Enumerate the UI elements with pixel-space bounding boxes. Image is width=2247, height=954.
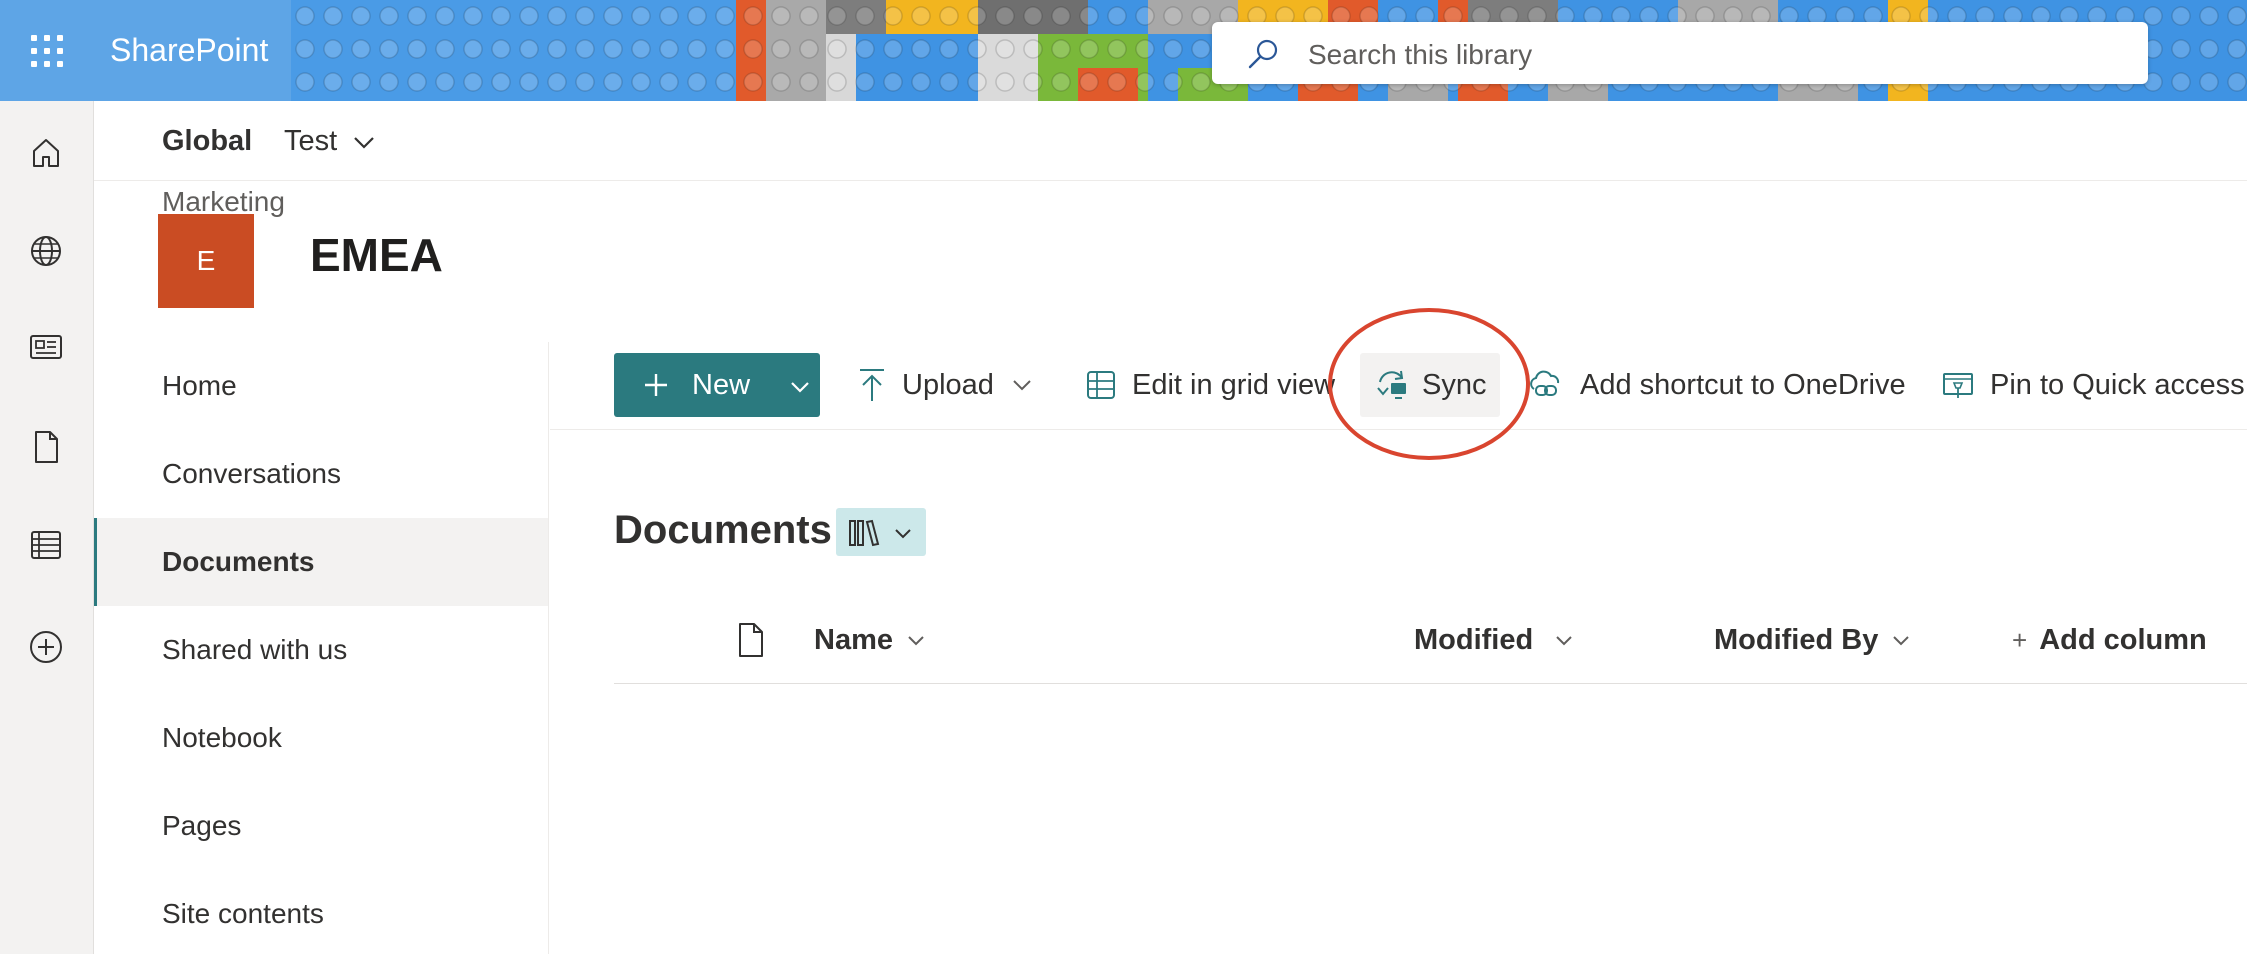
nav-item-shared-with-us[interactable]: Shared with us [94,606,548,694]
file-icon[interactable] [22,423,70,471]
upload-button[interactable]: Upload [858,353,1032,417]
pin-quick-access-button[interactable]: Pin to Quick access [1942,353,2245,417]
column-header-name[interactable]: Name [814,624,925,657]
column-modified-by-label: Modified By [1714,624,1879,656]
grid-icon [1086,370,1116,400]
hub-nav-global[interactable]: Global [162,125,252,158]
search-icon [1248,39,1278,69]
hub-navigation: Global Test [94,101,2247,181]
nav-item-notebook[interactable]: Notebook [94,694,548,782]
chevron-down-icon[interactable] [352,135,376,151]
file-type-icon[interactable] [736,622,766,658]
add-shortcut-label: Add shortcut to OneDrive [1580,368,1906,401]
sync-button[interactable]: Sync [1360,353,1501,417]
site-title[interactable]: EMEA [310,228,443,282]
app-launcher-icon[interactable] [26,30,66,70]
new-button-label: New [692,369,751,401]
chevron-down-icon [1892,635,1910,646]
hub-nav-test[interactable]: Test [284,125,337,158]
site-logo[interactable]: E [158,214,254,308]
library-title: Documents [614,508,832,552]
view-switcher-button[interactable] [836,508,926,556]
chevron-down-icon [1012,379,1032,391]
add-circle-icon[interactable] [22,623,70,671]
edit-grid-view-button[interactable]: Edit in grid view [1086,353,1335,417]
chevron-down-icon [1555,635,1573,646]
globe-icon[interactable] [22,227,70,275]
search-placeholder: Search this library [1308,39,1533,70]
app-bar [0,101,94,954]
chevron-down-icon [895,529,911,539]
site-logo-letter: E [196,245,216,276]
column-header-row: Name Modified Modified By + Add column [614,610,2247,684]
chevron-down-icon [907,635,925,646]
nav-item-conversations[interactable]: Conversations [94,430,548,518]
site-navigation: Home Conversations Documents Shared with… [94,342,549,954]
nav-item-site-contents[interactable]: Site contents [94,870,548,954]
command-bar: New Upload Edit in grid view Sync Add sh… [550,342,2247,430]
list-icon[interactable] [22,521,70,569]
plus-icon [645,374,667,396]
nav-item-home[interactable]: Home [94,342,548,430]
chevron-down-icon [791,382,809,393]
home-icon[interactable] [22,129,70,177]
new-button[interactable]: New [614,353,820,417]
brand-area: SharePoint [0,0,291,101]
upload-label: Upload [902,368,994,401]
pin-icon [1942,370,1974,400]
add-column-label: Add column [2039,624,2207,656]
column-header-modified[interactable]: Modified [1414,624,1573,657]
app-name[interactable]: SharePoint [110,32,268,69]
pin-quick-access-label: Pin to Quick access [1990,368,2245,401]
sync-icon [1374,368,1410,402]
edit-grid-view-label: Edit in grid view [1132,368,1336,401]
nav-item-documents[interactable]: Documents [94,518,548,606]
add-column-button[interactable]: + Add column [2012,624,2207,657]
news-icon[interactable] [22,323,70,371]
add-shortcut-button[interactable]: Add shortcut to OneDrive [1528,353,1906,417]
library-view-icon [849,519,880,547]
sync-label: Sync [1422,368,1487,401]
upload-icon [858,367,886,403]
column-modified-label: Modified [1414,624,1534,656]
search-box[interactable]: Search this library [1212,22,2148,84]
nav-item-pages[interactable]: Pages [94,782,548,870]
suite-bar: SharePoint Search this library [0,0,2247,101]
plus-icon: + [2012,625,2028,655]
column-header-modified-by[interactable]: Modified By [1714,624,1910,657]
column-name-label: Name [814,624,893,656]
link-cloud-icon [1528,369,1564,401]
